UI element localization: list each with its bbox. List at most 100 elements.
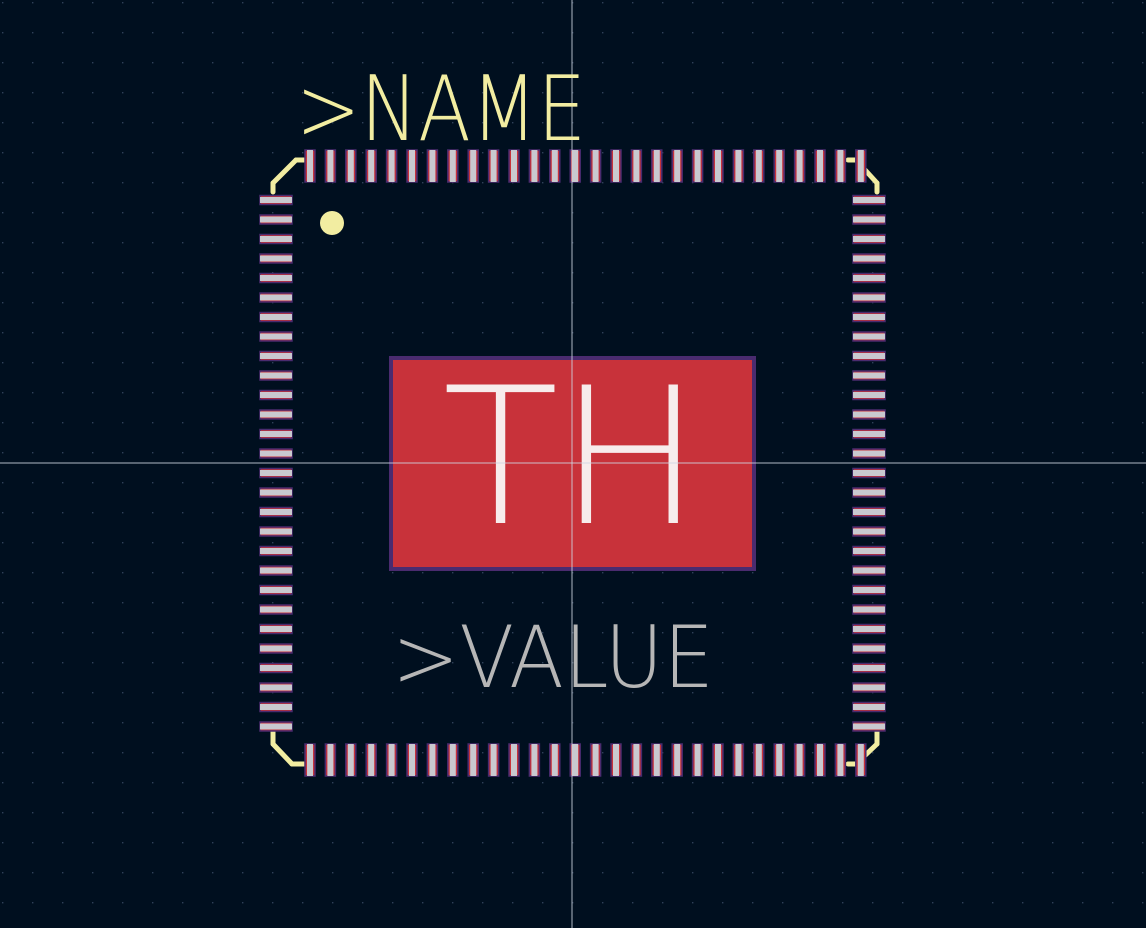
- smd-pad[interactable]: [259, 506, 293, 518]
- smd-pad[interactable]: [732, 149, 745, 183]
- smd-pad[interactable]: [259, 701, 293, 713]
- smd-pad[interactable]: [852, 350, 886, 362]
- smd-pad[interactable]: [259, 233, 293, 245]
- smd-pad[interactable]: [691, 743, 704, 777]
- smd-pad[interactable]: [753, 743, 765, 777]
- smd-pad[interactable]: [259, 331, 293, 342]
- smd-pad[interactable]: [259, 662, 293, 674]
- smd-pad[interactable]: [549, 743, 561, 777]
- smd-pad[interactable]: [259, 350, 293, 362]
- smd-pad[interactable]: [259, 448, 293, 459]
- smd-pad[interactable]: [259, 584, 293, 596]
- smd-pad[interactable]: [467, 743, 479, 777]
- smd-pad[interactable]: [852, 292, 886, 303]
- smd-pad[interactable]: [259, 487, 293, 498]
- smd-pad[interactable]: [834, 149, 847, 183]
- smd-pad[interactable]: [671, 149, 683, 183]
- smd-pad[interactable]: [259, 292, 293, 303]
- smd-pad[interactable]: [324, 743, 337, 777]
- smd-pad[interactable]: [852, 643, 886, 654]
- smd-pad[interactable]: [259, 272, 293, 284]
- smd-pad[interactable]: [630, 743, 643, 777]
- smd-pad[interactable]: [712, 149, 724, 183]
- smd-pad[interactable]: [487, 743, 500, 777]
- smd-pad[interactable]: [852, 565, 886, 576]
- smd-pad[interactable]: [259, 545, 293, 557]
- smd-pad[interactable]: [852, 428, 886, 440]
- reference-designator-field[interactable]: >NAME: [296, 57, 586, 162]
- smd-pad[interactable]: [855, 743, 867, 777]
- smd-pad[interactable]: [651, 743, 663, 777]
- smd-pad[interactable]: [671, 743, 683, 777]
- smd-pad[interactable]: [259, 389, 293, 401]
- smd-pad[interactable]: [259, 194, 293, 206]
- smd-pad[interactable]: [259, 721, 293, 732]
- smd-pad[interactable]: [852, 701, 886, 713]
- smd-pad[interactable]: [259, 682, 293, 693]
- smd-pad[interactable]: [852, 662, 886, 674]
- smd-pad[interactable]: [852, 272, 886, 284]
- smd-pad[interactable]: [852, 448, 886, 459]
- smd-pad[interactable]: [259, 370, 293, 381]
- smd-pad[interactable]: [852, 467, 886, 479]
- smd-pad[interactable]: [259, 565, 293, 576]
- smd-pad[interactable]: [712, 743, 724, 777]
- smd-pad[interactable]: [814, 743, 826, 777]
- smd-pad[interactable]: [610, 743, 622, 777]
- smd-pad[interactable]: [852, 526, 886, 537]
- smd-pad[interactable]: [345, 743, 357, 777]
- smd-pad[interactable]: [610, 149, 622, 183]
- smd-pad[interactable]: [259, 526, 293, 537]
- smd-pad[interactable]: [834, 743, 847, 777]
- smd-pad[interactable]: [406, 743, 418, 777]
- smd-pad[interactable]: [852, 604, 886, 615]
- smd-pad[interactable]: [793, 743, 806, 777]
- smd-pad[interactable]: [508, 743, 520, 777]
- smd-pad[interactable]: [852, 311, 886, 323]
- value-field[interactable]: >VALUE: [392, 608, 714, 708]
- smd-pad[interactable]: [852, 389, 886, 401]
- smd-pad[interactable]: [773, 149, 785, 183]
- smd-pad[interactable]: [852, 194, 886, 206]
- smd-pad[interactable]: [855, 149, 867, 183]
- smd-pad[interactable]: [852, 506, 886, 518]
- smd-pad[interactable]: [852, 409, 886, 420]
- smd-pad[interactable]: [852, 487, 886, 498]
- smd-pad[interactable]: [691, 149, 704, 183]
- smd-pad[interactable]: [852, 584, 886, 596]
- smd-pad[interactable]: [852, 545, 886, 557]
- smd-pad[interactable]: [589, 743, 602, 777]
- smd-pad[interactable]: [852, 721, 886, 732]
- smd-pad[interactable]: [852, 233, 886, 245]
- smd-pad[interactable]: [259, 214, 293, 225]
- smd-pad[interactable]: [259, 623, 293, 635]
- smd-pad[interactable]: [814, 149, 826, 183]
- smd-pad[interactable]: [259, 467, 293, 479]
- smd-pad[interactable]: [259, 428, 293, 440]
- smd-pad[interactable]: [259, 253, 293, 264]
- smd-pad[interactable]: [753, 149, 765, 183]
- smd-pad[interactable]: [365, 743, 377, 777]
- pcb-footprint-canvas[interactable]: TH >NAME >VALUE: [0, 0, 1146, 928]
- smd-pad[interactable]: [259, 311, 293, 323]
- smd-pad[interactable]: [259, 604, 293, 615]
- smd-pad[interactable]: [259, 643, 293, 654]
- smd-pad[interactable]: [852, 682, 886, 693]
- smd-pad[interactable]: [732, 743, 745, 777]
- smd-pad[interactable]: [852, 253, 886, 264]
- smd-pad[interactable]: [852, 331, 886, 342]
- smd-pad[interactable]: [447, 743, 459, 777]
- smd-pad[interactable]: [426, 743, 439, 777]
- smd-pad[interactable]: [304, 743, 316, 777]
- smd-pad[interactable]: [852, 214, 886, 225]
- smd-pad[interactable]: [259, 409, 293, 420]
- smd-pad[interactable]: [852, 370, 886, 381]
- smd-pad[interactable]: [589, 149, 602, 183]
- smd-pad[interactable]: [773, 743, 785, 777]
- smd-pad[interactable]: [528, 743, 541, 777]
- smd-pad[interactable]: [793, 149, 806, 183]
- smd-pad[interactable]: [651, 149, 663, 183]
- smd-pad[interactable]: [852, 623, 886, 635]
- smd-pad[interactable]: [630, 149, 643, 183]
- smd-pad[interactable]: [385, 743, 398, 777]
